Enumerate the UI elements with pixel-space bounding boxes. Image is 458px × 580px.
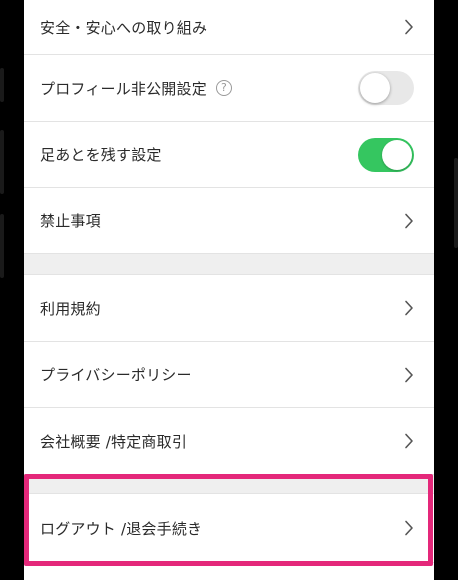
settings-item-label: 禁止事項 xyxy=(40,212,101,230)
settings-item-label: ログアウト /退会手続き xyxy=(40,519,203,538)
chevron-right-icon xyxy=(405,300,413,316)
settings-item-label: 安全・安心への取り組み xyxy=(40,18,208,37)
settings-item-label: プライバシーポリシー xyxy=(40,366,192,384)
settings-item-label: 会社概要 /特定商取引 xyxy=(40,432,188,451)
phone-volume-down xyxy=(0,214,4,278)
settings-item-footprints: 足あとを残す設定 xyxy=(24,122,434,187)
settings-item-company[interactable]: 会社概要 /特定商取引 xyxy=(24,408,434,474)
toggle-knob xyxy=(360,73,390,103)
question-circle-icon[interactable]: ? xyxy=(215,80,232,96)
settings-item-prohibited[interactable]: 禁止事項 xyxy=(24,188,434,253)
settings-item-label: プロフィール非公開設定 xyxy=(40,79,207,98)
phone-power-button xyxy=(454,158,458,248)
settings-item-privacy[interactable]: プライバシーポリシー xyxy=(24,342,434,407)
settings-item-profile-private: プロフィール非公開設定 ? xyxy=(24,55,434,121)
section-gap xyxy=(24,254,434,274)
chevron-right-icon xyxy=(405,520,413,536)
phone-volume-up xyxy=(0,130,4,194)
toggle-knob xyxy=(382,139,412,170)
settings-item-safety[interactable]: 安全・安心への取り組み xyxy=(24,0,434,54)
chevron-right-icon xyxy=(405,213,413,228)
divider xyxy=(24,562,434,563)
settings-item-label: 足あとを残す設定 xyxy=(40,146,162,164)
phone-silent-switch xyxy=(0,68,4,102)
footprints-toggle[interactable] xyxy=(358,137,414,172)
settings-screen: 安全・安心への取り組み プロフィール非公開設定 ? 足あとを残す設定 禁止事項 … xyxy=(24,0,434,580)
settings-item-terms[interactable]: 利用規約 xyxy=(24,275,434,341)
settings-item-logout[interactable]: ログアウト /退会手続き xyxy=(24,494,434,562)
profile-private-toggle[interactable] xyxy=(358,71,414,105)
chevron-right-icon xyxy=(405,433,413,449)
chevron-right-icon xyxy=(405,19,413,35)
section-gap xyxy=(24,475,434,493)
chevron-right-icon xyxy=(405,367,413,382)
settings-item-label: 利用規約 xyxy=(40,299,101,318)
